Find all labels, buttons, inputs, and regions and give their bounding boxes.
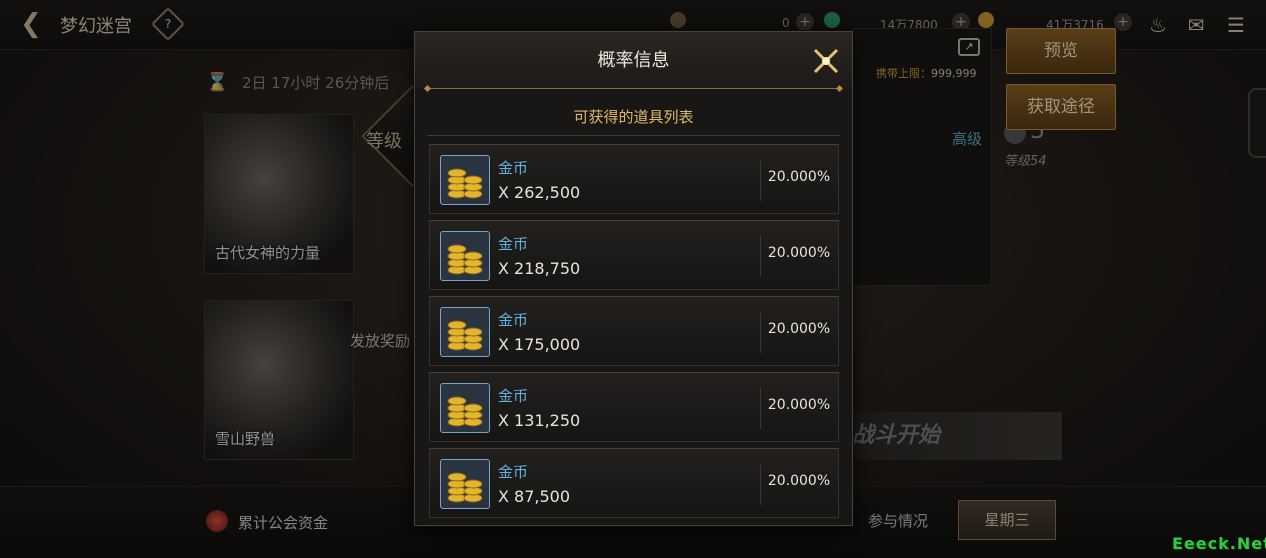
item-quantity: X 131,250 <box>498 411 581 430</box>
column-divider <box>760 159 761 201</box>
dialog-subtitle: 可获得的道具列表 <box>573 108 694 126</box>
list-item: 金币 X 218,750 20.000% <box>429 220 839 290</box>
column-divider <box>760 235 761 277</box>
gold-coins-icon[interactable] <box>440 383 490 433</box>
item-probability: 20.000% <box>767 245 831 261</box>
item-name: 金币 <box>498 311 529 329</box>
item-list[interactable]: 金币 X 262,500 20.000% 金币 X 218,750 20.000… <box>429 144 839 520</box>
item-probability: 20.000% <box>767 473 831 489</box>
header-divider <box>427 88 840 89</box>
gold-coins-icon[interactable] <box>440 307 490 357</box>
gold-coins-icon[interactable] <box>440 459 490 509</box>
item-probability: 20.000% <box>767 169 831 185</box>
gold-coins-icon[interactable] <box>440 231 490 281</box>
dialog-header: 概率信息 <box>415 32 852 88</box>
item-probability: 20.000% <box>767 321 831 337</box>
probability-dialog: 概率信息 可获得的道具列表 金币 X 262,500 20.000% 金币 X … <box>414 31 853 526</box>
list-item: 金币 X 131,250 20.000% <box>429 372 839 442</box>
item-quantity: X 175,000 <box>498 335 581 354</box>
close-icon[interactable] <box>809 44 843 78</box>
watermark: Eeeck.Net <box>1172 534 1266 553</box>
column-divider <box>760 463 761 505</box>
item-probability: 20.000% <box>767 397 831 413</box>
list-item: 金币 X 87,500 20.000% <box>429 448 839 518</box>
list-item: 金币 X 175,000 20.000% <box>429 296 839 366</box>
item-name: 金币 <box>498 235 529 253</box>
dialog-title: 概率信息 <box>597 50 670 71</box>
item-quantity: X 87,500 <box>498 487 571 506</box>
gold-coins-icon[interactable] <box>440 155 490 205</box>
item-name: 金币 <box>498 159 529 177</box>
column-divider <box>760 387 761 429</box>
item-name: 金币 <box>498 463 529 481</box>
column-divider <box>760 311 761 353</box>
item-quantity: X 218,750 <box>498 259 581 278</box>
subtitle-divider <box>427 135 840 136</box>
item-name: 金币 <box>498 387 529 405</box>
list-item: 金币 X 262,500 20.000% <box>429 144 839 214</box>
item-quantity: X 262,500 <box>498 183 581 202</box>
